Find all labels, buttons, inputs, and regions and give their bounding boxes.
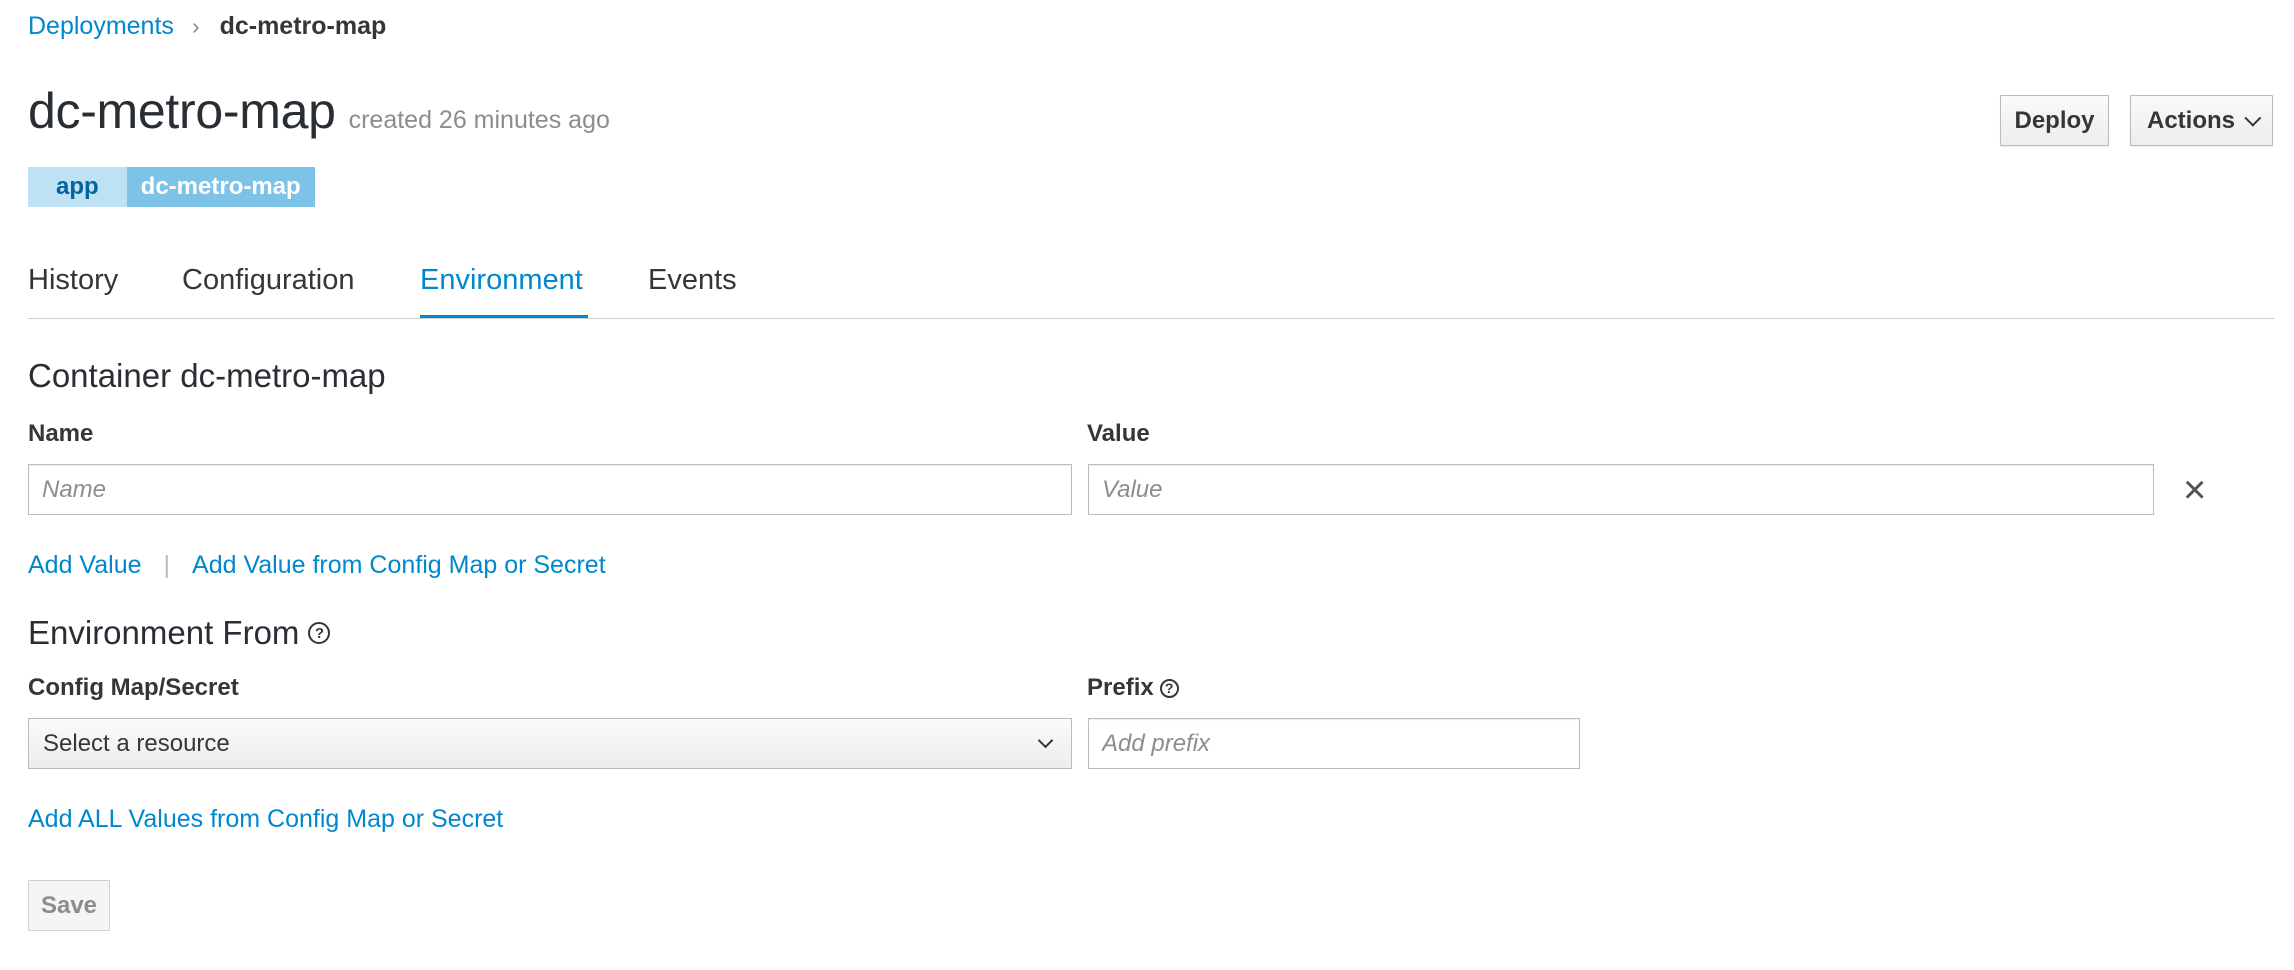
prefix-label-row: Prefix ?: [1087, 674, 1179, 702]
breadcrumb: Deployments › dc-metro-map: [28, 12, 386, 41]
page-title: dc-metro-map: [28, 83, 336, 139]
page-title-row: dc-metro-map created 26 minutes ago: [28, 82, 610, 140]
help-icon[interactable]: ?: [308, 622, 331, 644]
actions-label: Actions: [2146, 106, 2235, 134]
actions-dropdown-button[interactable]: Actions: [2130, 95, 2273, 146]
add-all-values-link[interactable]: Add ALL Values from Config Map or Secret: [28, 805, 503, 834]
resource-select[interactable]: Select a resource: [28, 718, 1072, 769]
config-map-secret-label: Config Map/Secret: [28, 674, 239, 701]
breadcrumb-current: dc-metro-map: [219, 12, 387, 40]
chevron-down-icon: [2244, 109, 2262, 127]
env-name-input[interactable]: [28, 464, 1072, 515]
help-icon[interactable]: ?: [1159, 678, 1179, 698]
tab-history[interactable]: History: [28, 264, 118, 297]
chevron-down-icon: [1037, 732, 1054, 749]
save-button[interactable]: Save: [28, 880, 110, 931]
add-value-from-config-link[interactable]: Add Value from Config Map or Secret: [192, 551, 606, 580]
tab-configuration[interactable]: Configuration: [182, 264, 355, 297]
label-tag[interactable]: app dc-metro-map: [28, 167, 315, 207]
prefix-input[interactable]: [1088, 718, 1580, 769]
container-heading: Container dc-metro-map: [28, 357, 386, 394]
tab-environment[interactable]: Environment: [420, 264, 583, 297]
breadcrumb-separator-icon: ›: [191, 13, 200, 39]
env-from-heading: Environment From: [28, 614, 300, 651]
created-timestamp: created 26 minutes ago: [348, 106, 610, 134]
deploy-button[interactable]: Deploy: [2000, 95, 2109, 146]
prefix-label: Prefix: [1087, 674, 1154, 701]
link-separator: |: [163, 551, 171, 579]
tab-bar: History Configuration Environment Events: [28, 258, 2275, 319]
tab-events[interactable]: Events: [648, 264, 737, 297]
name-column-label: Name: [28, 420, 94, 447]
label-value: dc-metro-map: [126, 167, 315, 207]
add-value-links: Add Value | Add Value from Config Map or…: [28, 551, 606, 580]
resource-select-value: Select a resource: [43, 729, 230, 757]
env-value-input[interactable]: [1088, 464, 2154, 515]
value-column-label: Value: [1087, 420, 1150, 447]
close-icon[interactable]: ×: [2183, 470, 2206, 510]
label-key: app: [28, 167, 127, 207]
add-value-link[interactable]: Add Value: [28, 551, 142, 580]
env-from-heading-row: Environment From ?: [28, 614, 331, 652]
breadcrumb-deployments-link[interactable]: Deployments: [28, 12, 174, 41]
active-tab-indicator: [420, 315, 588, 318]
